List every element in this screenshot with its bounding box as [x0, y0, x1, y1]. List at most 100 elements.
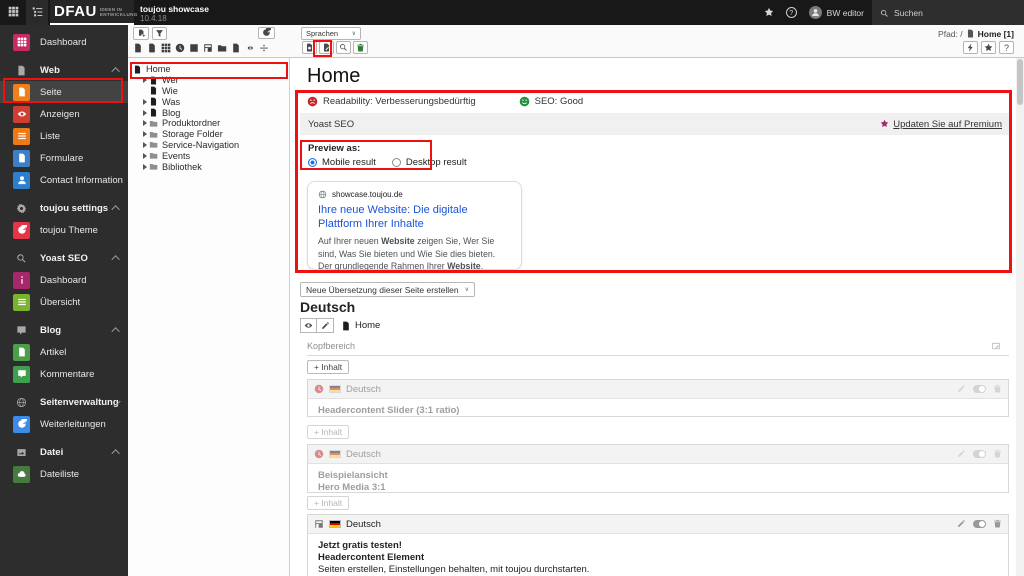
module-menu-toggle-button[interactable] [2, 0, 24, 25]
sidebar-section-seitenverwaltung[interactable]: Seitenverwaltung [0, 391, 128, 413]
expand-caret-icon[interactable] [140, 142, 149, 148]
cache-actions-button[interactable] [963, 41, 978, 54]
sidebar-item-dateiliste[interactable]: Dateiliste [0, 463, 128, 485]
sidebar-item--bersicht[interactable]: Übersicht [0, 291, 128, 313]
sidebar-item-seite[interactable]: Seite [0, 81, 128, 103]
tree-node-blog[interactable]: Blog [128, 107, 289, 118]
shortcut-page-icon[interactable] [189, 43, 199, 55]
delete-element-icon[interactable] [993, 384, 1002, 394]
user-menu[interactable]: BW editor [809, 6, 864, 19]
scheduled-page-icon[interactable] [175, 43, 185, 55]
delete-element-icon[interactable] [993, 449, 1002, 459]
sidebar-item-anzeigen[interactable]: Anzeigen [0, 103, 128, 125]
new-page-button[interactable] [133, 27, 149, 40]
expand-caret-icon[interactable] [140, 120, 149, 126]
sidebar-section-toujou-settings[interactable]: toujou settings [0, 197, 128, 219]
edit-element-icon[interactable] [957, 384, 966, 394]
edit-element-icon[interactable] [957, 519, 966, 529]
pagetree-toggle-button[interactable] [26, 0, 48, 25]
external-url-icon[interactable] [231, 43, 241, 55]
content-element-header[interactable]: Deutsch [308, 380, 1008, 399]
backend-user-section-icon[interactable] [147, 43, 157, 55]
expand-caret-icon[interactable] [140, 131, 149, 137]
translation-select[interactable]: Neue Übersetzung dieser Seite erstellen … [300, 282, 475, 297]
expand-caret-icon[interactable] [140, 164, 149, 170]
sidebar-section-web[interactable]: Web [0, 59, 128, 81]
language-select[interactable]: Sprachen ∨ [301, 27, 361, 40]
expand-caret-icon[interactable] [140, 99, 149, 105]
content-element[interactable]: Deutsch BeispielansichtHero Media 3:1 [307, 444, 1009, 493]
folder-icon[interactable] [217, 43, 227, 55]
visibility-toggle[interactable] [973, 520, 986, 528]
visibility-toggle[interactable] [973, 385, 986, 393]
dfau-logo[interactable]: DFAU IDEEN INENTWICKLUNG [50, 0, 134, 25]
filter-button[interactable] [152, 27, 167, 40]
chevron-up-icon [111, 449, 119, 457]
refresh-tree-button[interactable] [258, 27, 275, 39]
content-element-body[interactable]: Jetzt gratis testen!Headercontent Elemen… [308, 534, 1008, 576]
tree-node-was[interactable]: Was [128, 96, 289, 107]
edit-page-properties-button[interactable] [319, 41, 334, 54]
tree-node-produktordner[interactable]: Produktordner [128, 118, 289, 129]
sidebar-item-contact-information[interactable]: Contact Information [0, 169, 128, 191]
expand-caret-icon[interactable] [140, 110, 149, 116]
content-element-body[interactable]: BeispielansichtHero Media 3:1 [308, 464, 1008, 500]
sidebar-item-weiterleitungen[interactable]: Weiterleitungen [0, 413, 128, 435]
sidebar-item-kommentare[interactable]: Kommentare [0, 363, 128, 385]
standard-page-icon[interactable] [133, 43, 143, 55]
open-help-button[interactable]: ? [999, 41, 1014, 54]
bookmark-button[interactable] [981, 41, 996, 54]
view-webpage-button[interactable] [300, 318, 317, 333]
content-element-header[interactable]: Deutsch [308, 515, 1008, 534]
sidebar-item-liste[interactable]: Liste [0, 125, 128, 147]
view-page-button[interactable] [302, 41, 317, 54]
tree-node-bibliothek[interactable]: Bibliothek [128, 161, 289, 172]
search-page-button[interactable] [336, 41, 351, 54]
mobile-result-radio[interactable]: Mobile result [308, 157, 376, 168]
sidebar-item-dashboard[interactable]: Dashboard [0, 31, 128, 53]
scrollbar-thumb[interactable] [1017, 59, 1023, 105]
expand-caret-icon[interactable] [140, 153, 149, 159]
content-element[interactable]: Deutsch Headercontent Slider (3:1 ratio) [307, 379, 1009, 417]
search-input[interactable] [894, 8, 1004, 18]
link-icon[interactable] [245, 43, 255, 55]
tree-node-home[interactable]: Home [128, 64, 289, 75]
content-element-header[interactable]: Deutsch [308, 445, 1008, 464]
clear-cache-button[interactable] [353, 41, 368, 54]
sidebar-section-blog[interactable]: Blog [0, 319, 128, 341]
tree-node-wie[interactable]: Wie [128, 86, 289, 97]
edit-column-icon[interactable] [991, 341, 1001, 353]
tree-node-service-navigation[interactable]: Service-Navigation [128, 140, 289, 151]
premium-link[interactable]: Updaten Sie auf Premium [893, 119, 1002, 130]
content-element-body[interactable]: Headercontent Slider (3:1 ratio) [308, 399, 1008, 423]
sidebar-item-toujou-theme[interactable]: toujou Theme [0, 219, 128, 241]
expand-caret-icon[interactable] [140, 77, 149, 83]
mountpoint-page-icon[interactable] [203, 43, 213, 55]
visibility-toggle[interactable] [973, 450, 986, 458]
add-content-button[interactable]: + Inhalt [307, 425, 349, 439]
bookmark-star-icon[interactable] [764, 7, 774, 19]
content-grid-icon[interactable] [161, 43, 171, 55]
global-search [872, 0, 1024, 25]
yoast-panel-header[interactable]: Yoast SEO Updaten Sie auf Premium [300, 113, 1010, 135]
sidebar-item-dashboard[interactable]: Dashboard [0, 269, 128, 291]
separator-icon[interactable] [259, 43, 269, 55]
desktop-result-radio[interactable]: Desktop result [392, 157, 467, 168]
serp-title[interactable]: Ihre neue Website: Die digitale Plattfor… [318, 204, 511, 231]
tree-node-wer[interactable]: Wer [128, 75, 289, 86]
sidebar-section-datei[interactable]: Datei [0, 441, 128, 463]
delete-element-icon[interactable] [993, 519, 1002, 529]
sidebar-section-yoast-seo[interactable]: Yoast SEO [0, 247, 128, 269]
tree-node-events[interactable]: Events [128, 150, 289, 161]
refresh-icon [262, 28, 271, 38]
edit-element-icon[interactable] [957, 449, 966, 459]
tree-node-storage-folder[interactable]: Storage Folder [128, 129, 289, 140]
add-content-button[interactable]: + Inhalt [307, 360, 349, 374]
edit-page-icon [322, 43, 331, 53]
content-element[interactable]: Deutsch Jetzt gratis testen!Headerconten… [307, 514, 1009, 576]
vertical-scrollbar[interactable] [1016, 58, 1024, 576]
sidebar-item-formulare[interactable]: Formulare [0, 147, 128, 169]
help-icon[interactable]: ? [786, 7, 797, 18]
sidebar-item-artikel[interactable]: Artikel [0, 341, 128, 363]
edit-page-button[interactable] [317, 318, 334, 333]
